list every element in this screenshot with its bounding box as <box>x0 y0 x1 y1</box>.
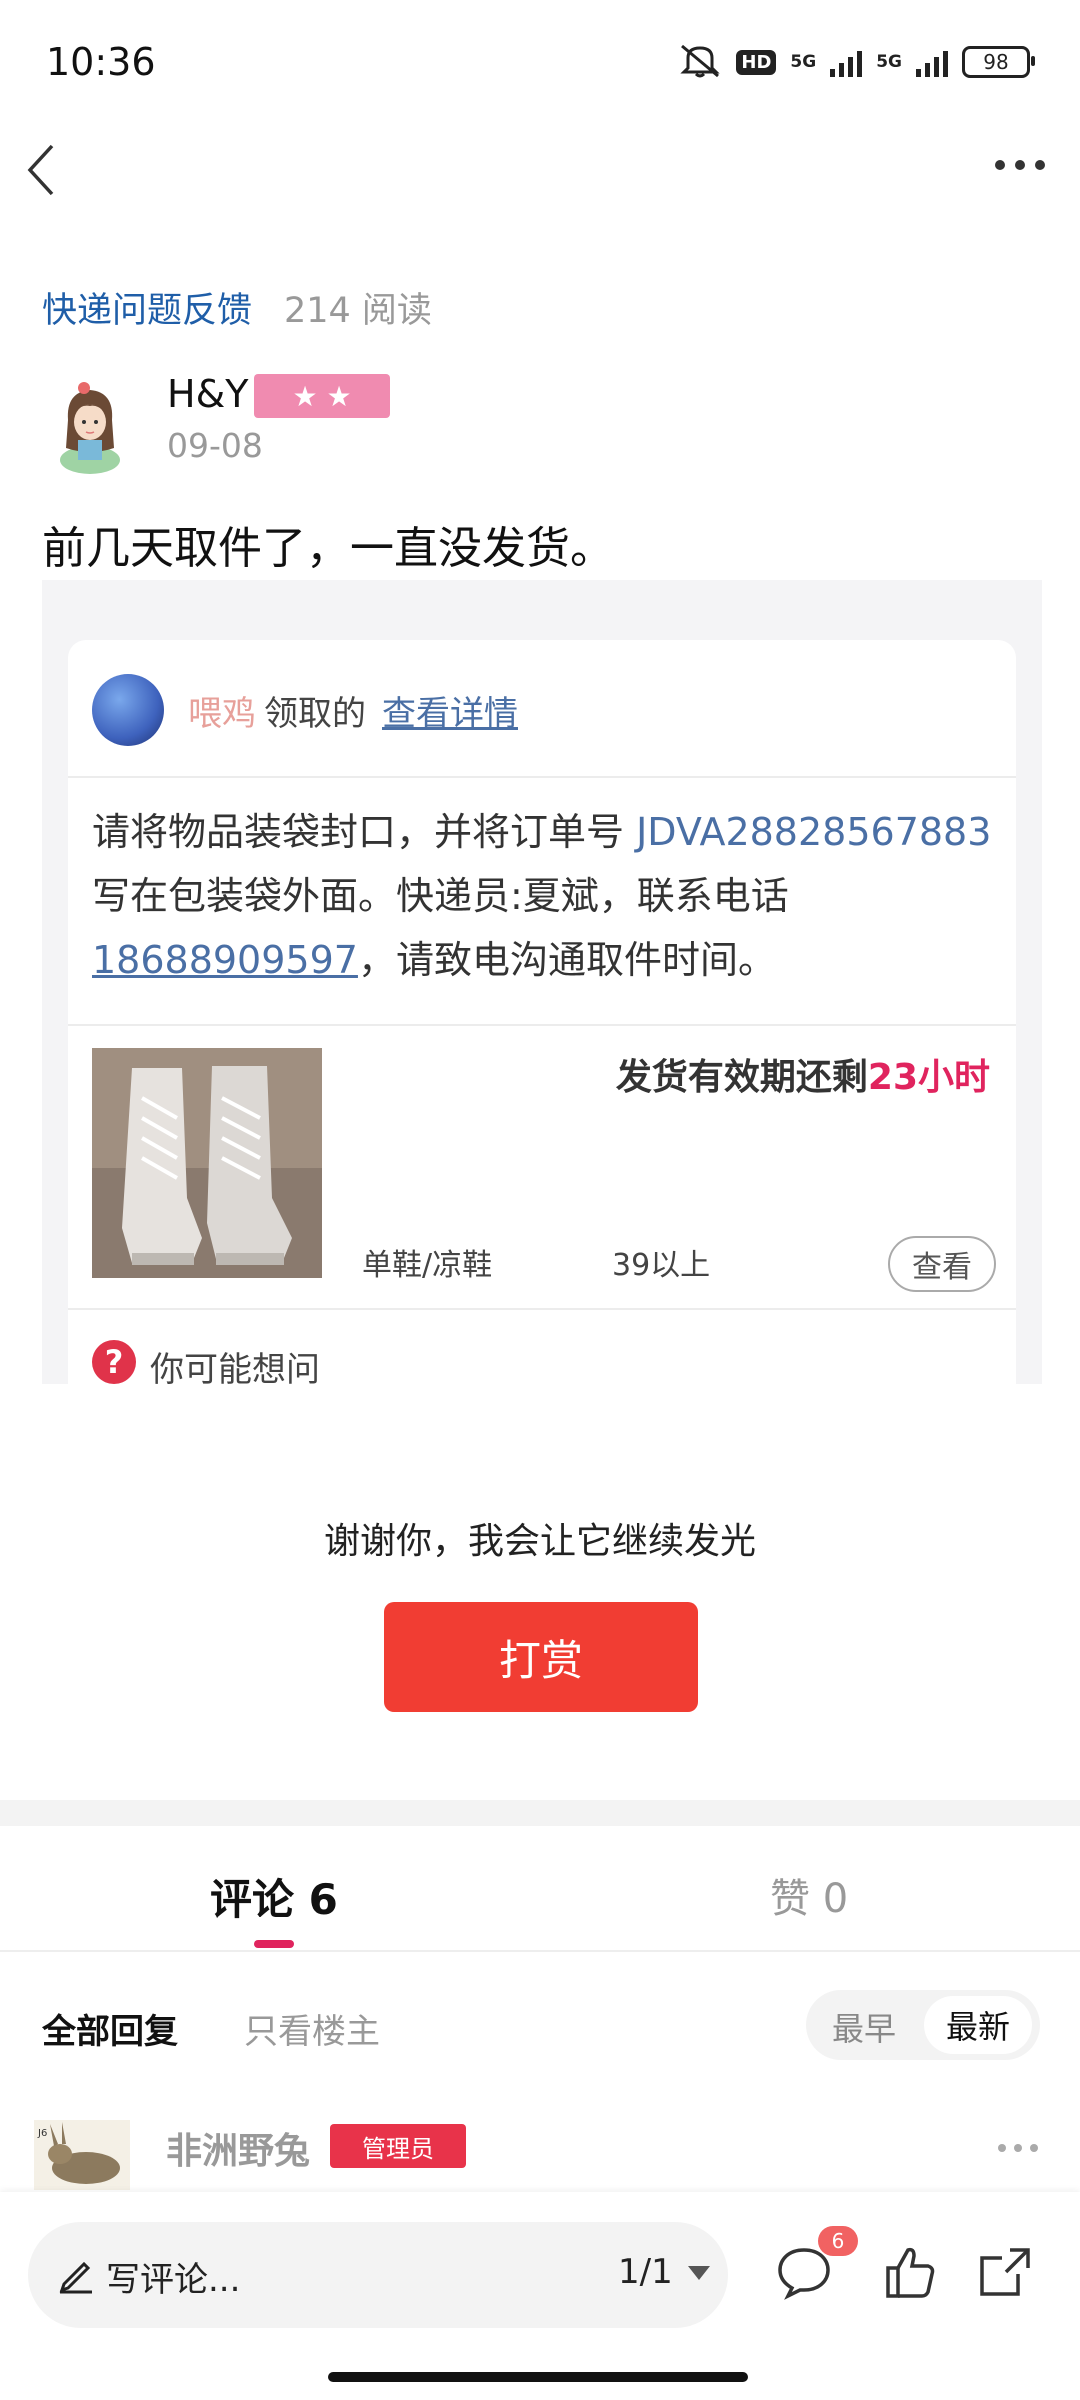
claimer-avatar <box>92 674 164 746</box>
sort-oldest[interactable]: 最早 <box>832 2004 896 2050</box>
view-button: 查看 <box>888 1236 996 1292</box>
claimed-label: 领取的 <box>264 694 366 734</box>
svg-text:J6: J6 <box>37 2128 47 2139</box>
signal-icon-2 <box>916 47 948 77</box>
view-details-link: 查看详情 <box>382 694 518 734</box>
sort-toggle: 最早 最新 <box>806 1990 1040 2060</box>
filter-all-replies[interactable]: 全部回复 <box>42 2004 178 2053</box>
tab-comments[interactable]: 评论 6 <box>210 1866 338 1927</box>
commenter-avatar[interactable]: J6 <box>34 2120 130 2190</box>
faq-label: 你可能想问 <box>150 1350 320 1384</box>
reward-thanks-text: 谢谢你，我会让它继续发光 <box>323 1521 756 1562</box>
topic-link[interactable]: 快递问题反馈 <box>42 282 252 333</box>
home-indicator[interactable] <box>328 2372 748 2382</box>
star-icons: ★ ★ <box>292 379 352 413</box>
divider <box>68 1024 1016 1026</box>
tabs-divider <box>0 1950 1080 1952</box>
active-tab-indicator <box>254 1940 294 1948</box>
comment-placeholder: 写评论... <box>106 2260 241 2300</box>
post-date: 09-08 <box>167 426 263 465</box>
back-arrow-icon[interactable] <box>22 140 66 200</box>
pencil-icon <box>59 2261 92 2294</box>
pickup-card: 喂鸡 领取的 查看详情 请将物品装袋封口，并将订单号 JDVA288285678… <box>68 640 1016 1384</box>
admin-badge: 管理员 <box>330 2124 466 2168</box>
order-number: JDVA28828567883 <box>636 810 992 854</box>
comment-more-icon[interactable] <box>996 2142 1040 2154</box>
section-divider <box>0 1800 1080 1826</box>
tab-likes[interactable]: 赞 0 <box>770 1866 848 1924</box>
network-5g-2: 5G <box>876 52 902 72</box>
tip-button[interactable]: 打赏 <box>384 1602 698 1712</box>
commenter-name[interactable]: 非洲野兔 <box>166 2122 310 2174</box>
more-options-icon[interactable] <box>990 155 1050 175</box>
caret-down-icon[interactable] <box>688 2266 710 2280</box>
question-icon: ? <box>92 1340 136 1384</box>
courier-phone: 18688909597 <box>92 938 358 982</box>
shoe-photo <box>92 1048 322 1278</box>
embedded-screenshot[interactable]: 喂鸡 领取的 查看详情 请将物品装袋封口，并将订单号 JDVA288285678… <box>42 580 1042 1384</box>
post-text: 前几天取件了，一直没发货。 <box>42 523 614 574</box>
comment-count-badge: 6 <box>818 2226 858 2256</box>
hd-indicator: HD <box>736 49 777 75</box>
shipping-deadline: 发货有效期还剩23小时 <box>615 1057 990 1098</box>
author-avatar[interactable] <box>44 376 136 476</box>
filter-op-only[interactable]: 只看楼主 <box>244 2004 380 2053</box>
author-name[interactable]: H&Y <box>167 372 248 416</box>
network-5g-1: 5G <box>790 52 817 72</box>
packing-instructions: 请将物品装袋封口，并将订单号 JDVA28828567883 写在包装袋外面。快… <box>92 810 992 982</box>
claimer-name: 喂鸡 <box>188 694 256 734</box>
battery-level: 98 <box>983 50 1009 74</box>
time-remaining: 23小时 <box>867 1057 990 1098</box>
comment-input[interactable]: 写评论... 1/1 <box>28 2222 728 2328</box>
read-count: 214 阅读 <box>284 291 432 331</box>
status-time: 10:36 <box>46 40 156 84</box>
signal-icon <box>830 47 863 77</box>
thumbs-up-icon[interactable] <box>884 2244 936 2300</box>
status-icons: HD 5G 5G 98 <box>678 42 1035 82</box>
level-badge: ★ ★ <box>254 374 390 418</box>
page-indicator[interactable]: 1/1 <box>618 2252 673 2292</box>
item-size: 39以上 <box>612 1248 711 1283</box>
divider <box>68 1308 1016 1310</box>
item-category: 单鞋/凉鞋 <box>362 1248 493 1283</box>
divider <box>68 776 1016 778</box>
sort-newest[interactable]: 最新 <box>924 1996 1032 2054</box>
share-icon[interactable] <box>976 2244 1032 2300</box>
battery-icon: 98 <box>962 46 1035 78</box>
mute-icon <box>678 42 722 82</box>
